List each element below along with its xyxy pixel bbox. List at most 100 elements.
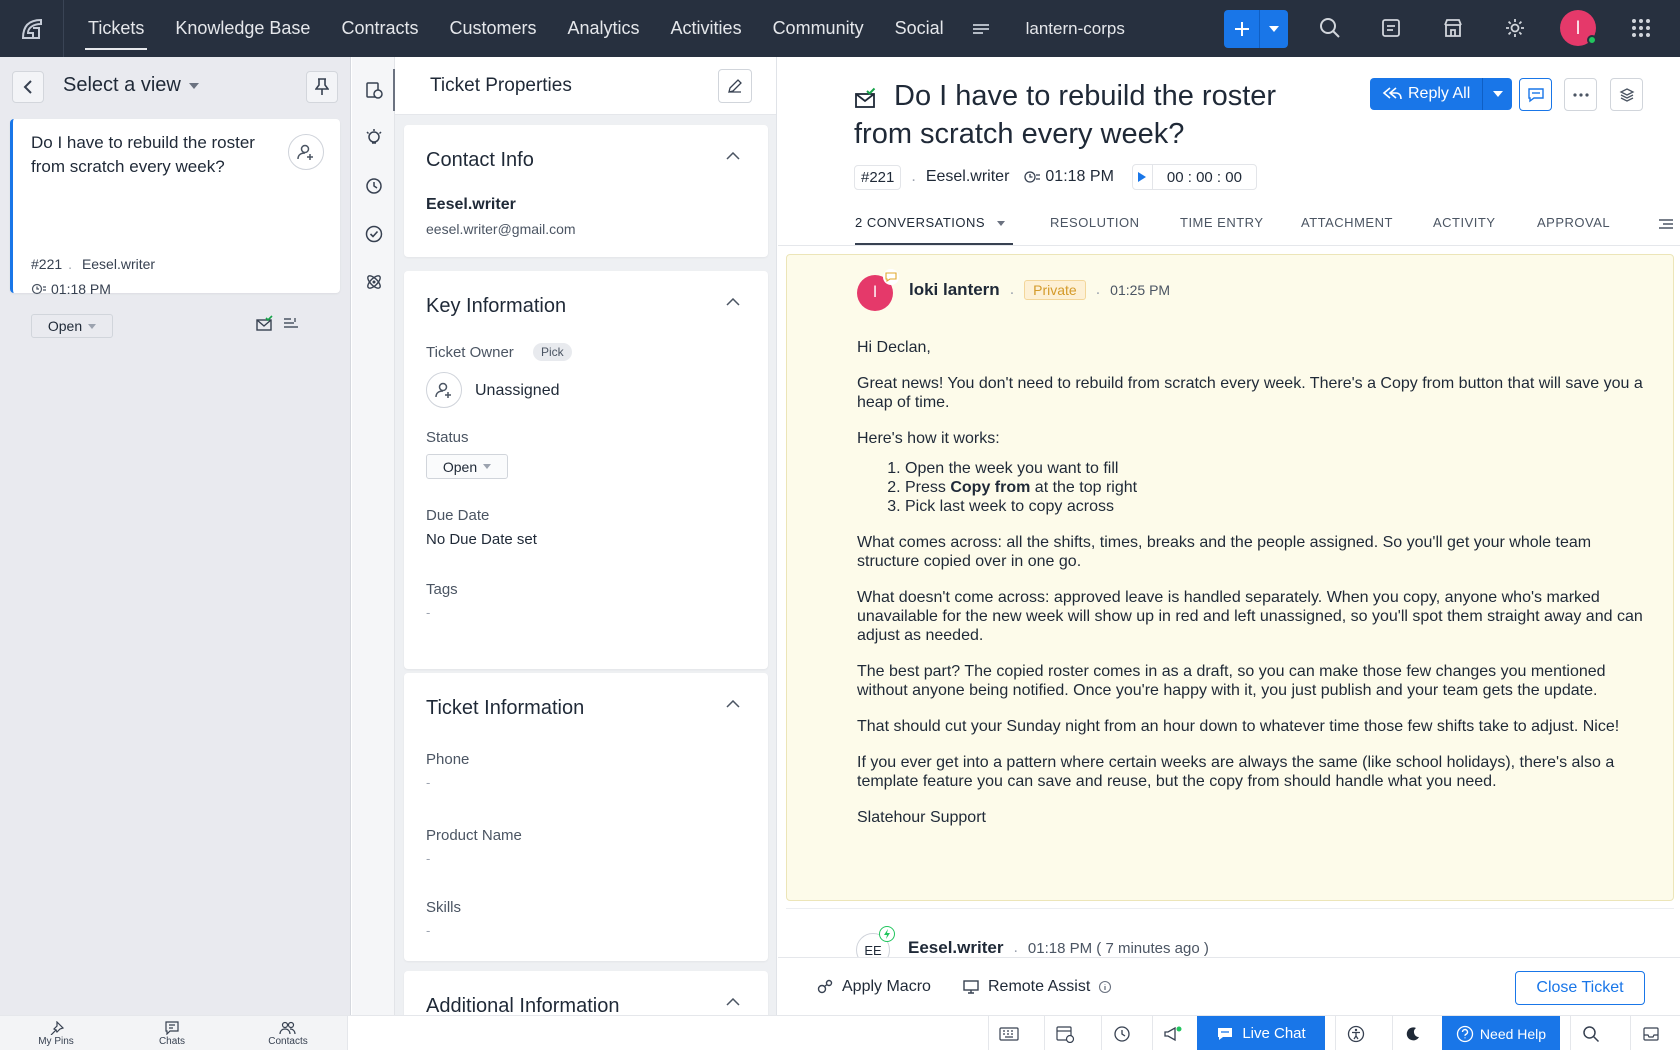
tab-menu-icon[interactable] xyxy=(1658,218,1674,230)
layers-icon[interactable] xyxy=(1610,78,1643,111)
live-chat-button[interactable]: Live Chat xyxy=(1197,1016,1325,1050)
nav-analytics[interactable]: Analytics xyxy=(568,0,640,57)
tab-resolution[interactable]: RESOLUTION xyxy=(1050,215,1140,230)
gear-icon[interactable] xyxy=(1502,15,1528,41)
skills-value[interactable]: - xyxy=(426,923,430,938)
chevron-up-icon[interactable] xyxy=(726,700,740,708)
paragraph: If you ever get into a pattern where cer… xyxy=(857,754,1615,790)
due-date-value[interactable]: No Due Date set xyxy=(426,531,537,548)
tab-activity[interactable]: ACTIVITY xyxy=(1433,215,1496,230)
tab-attachment[interactable]: ATTACHMENT xyxy=(1301,215,1393,230)
need-help-button[interactable]: Need Help xyxy=(1442,1016,1560,1050)
tab-approval[interactable]: APPROVAL xyxy=(1537,215,1610,230)
ticket-card-time: 01:18 PM xyxy=(31,281,111,297)
search-icon[interactable] xyxy=(1570,1016,1610,1050)
contacts-tab[interactable]: Contacts xyxy=(258,1021,318,1047)
store-icon[interactable] xyxy=(1440,15,1466,41)
my-pins-tab[interactable]: My Pins xyxy=(26,1021,86,1047)
bottom-bar: My Pins Chats Contacts Live Chat Need He… xyxy=(0,1015,1680,1050)
history-icon[interactable] xyxy=(363,175,385,197)
ticket-status-icon[interactable] xyxy=(1044,1016,1084,1050)
more-menu-icon[interactable] xyxy=(972,22,990,36)
ticket-tabs: 2 CONVERSATIONS RESOLUTION TIME ENTRY AT… xyxy=(778,206,1680,246)
chevron-down-icon xyxy=(88,323,97,329)
nav-activities[interactable]: Activities xyxy=(671,0,742,57)
clock-icon[interactable] xyxy=(1101,1016,1141,1050)
accessibility-icon[interactable] xyxy=(1335,1016,1375,1050)
pin-icon[interactable] xyxy=(306,71,338,103)
conversation-time: 01:25 PM xyxy=(1110,282,1171,298)
keyboard-icon[interactable] xyxy=(988,1016,1028,1050)
ticket-properties-panel: Ticket Properties Contact Info Eesel.wri… xyxy=(395,57,777,1015)
tags-value[interactable]: - xyxy=(426,605,430,620)
announcement-icon[interactable] xyxy=(1152,1016,1192,1050)
close-ticket-button[interactable]: Close Ticket xyxy=(1515,971,1645,1005)
nav-knowledge-base[interactable]: Knowledge Base xyxy=(175,0,310,57)
edit-icon[interactable] xyxy=(718,69,752,103)
back-button[interactable] xyxy=(12,71,44,103)
contact-name[interactable]: Eesel.writer xyxy=(426,196,516,214)
nav-tickets[interactable]: Tickets xyxy=(84,0,148,57)
ticket-card[interactable]: Do I have to rebuild the roster from scr… xyxy=(10,119,340,338)
nav-customers[interactable]: Customers xyxy=(449,0,536,57)
private-badge: Private xyxy=(1024,280,1086,300)
app-logo-icon[interactable] xyxy=(0,0,64,57)
more-options-icon[interactable] xyxy=(1564,78,1597,111)
contacts-icon xyxy=(279,1021,296,1035)
online-status-dot xyxy=(1587,35,1597,45)
bolt-icon xyxy=(879,926,895,942)
agent-name[interactable]: loki lantern xyxy=(909,280,1000,300)
reply-all-button[interactable]: Reply All xyxy=(1370,78,1483,110)
nav-community[interactable]: Community xyxy=(773,0,864,57)
contact-email[interactable]: eesel.writer@gmail.com xyxy=(426,221,576,237)
comment-icon[interactable] xyxy=(1519,78,1552,111)
resolution-check-icon[interactable] xyxy=(363,223,385,245)
play-icon[interactable] xyxy=(1133,165,1153,189)
ai-assist-icon[interactable] xyxy=(363,271,385,293)
caret-down-icon[interactable] xyxy=(1260,10,1288,48)
assign-user-icon[interactable] xyxy=(288,134,324,170)
ideas-icon[interactable] xyxy=(363,127,385,149)
plus-icon[interactable] xyxy=(1224,10,1260,48)
customer-name[interactable]: Eesel.writer xyxy=(908,938,1003,958)
notification-tray-icon[interactable] xyxy=(1630,1016,1670,1050)
chats-tab[interactable]: Chats xyxy=(142,1021,202,1047)
ticket-time: 01:18 PM xyxy=(1023,168,1114,186)
key-information-title: Key Information xyxy=(426,295,567,317)
owner-avatar[interactable] xyxy=(426,372,462,408)
agent-avatar: l xyxy=(857,269,899,311)
product-name-value[interactable]: - xyxy=(426,851,430,866)
properties-title: Ticket Properties xyxy=(430,75,572,96)
chevron-up-icon[interactable] xyxy=(726,298,740,306)
user-avatar[interactable]: l xyxy=(1560,10,1597,46)
pick-owner-button[interactable]: Pick xyxy=(533,343,572,361)
org-name[interactable]: lantern-corps xyxy=(1026,19,1125,39)
dark-mode-icon[interactable] xyxy=(1392,1016,1432,1050)
ticket-information-card: Ticket Information Phone - Product Name … xyxy=(404,673,768,961)
chevron-up-icon[interactable] xyxy=(726,998,740,1006)
tab-conversations[interactable]: 2 CONVERSATIONS xyxy=(855,215,1014,245)
customer-conversation-time: 01:18 PM ( 7 minutes ago ) xyxy=(1027,939,1209,957)
nav-contracts[interactable]: Contracts xyxy=(341,0,418,57)
ticket-author[interactable]: Eesel.writer xyxy=(926,168,1010,186)
ticket-properties-icon[interactable] xyxy=(363,79,385,101)
nav-social[interactable]: Social xyxy=(895,0,944,57)
remote-assist-button[interactable]: Remote Assist xyxy=(962,978,1112,996)
chevron-up-icon[interactable] xyxy=(726,152,740,160)
status-dropdown[interactable]: Open xyxy=(426,454,508,479)
tab-time-entry[interactable]: TIME ENTRY xyxy=(1180,215,1264,230)
reply-options-caret[interactable] xyxy=(1482,78,1513,110)
conversation-header: loki lantern . Private . 01:25 PM xyxy=(909,280,1171,300)
phone-value[interactable]: - xyxy=(426,775,430,790)
notes-icon[interactable] xyxy=(1378,15,1404,41)
priority-icon[interactable] xyxy=(283,317,299,329)
info-icon[interactable] xyxy=(1098,980,1112,994)
clock-icon xyxy=(1024,171,1041,183)
key-information-card: Key Information Ticket Owner Pick Unassi… xyxy=(404,271,768,669)
apps-grid-icon[interactable] xyxy=(1628,15,1654,41)
ticket-card-status-dropdown[interactable]: Open xyxy=(31,314,113,338)
reply-all-group: Reply All xyxy=(1370,78,1513,110)
apply-macro-button[interactable]: Apply Macro xyxy=(816,978,931,996)
search-icon[interactable] xyxy=(1317,15,1343,41)
view-selector[interactable]: Select a view xyxy=(63,74,199,97)
